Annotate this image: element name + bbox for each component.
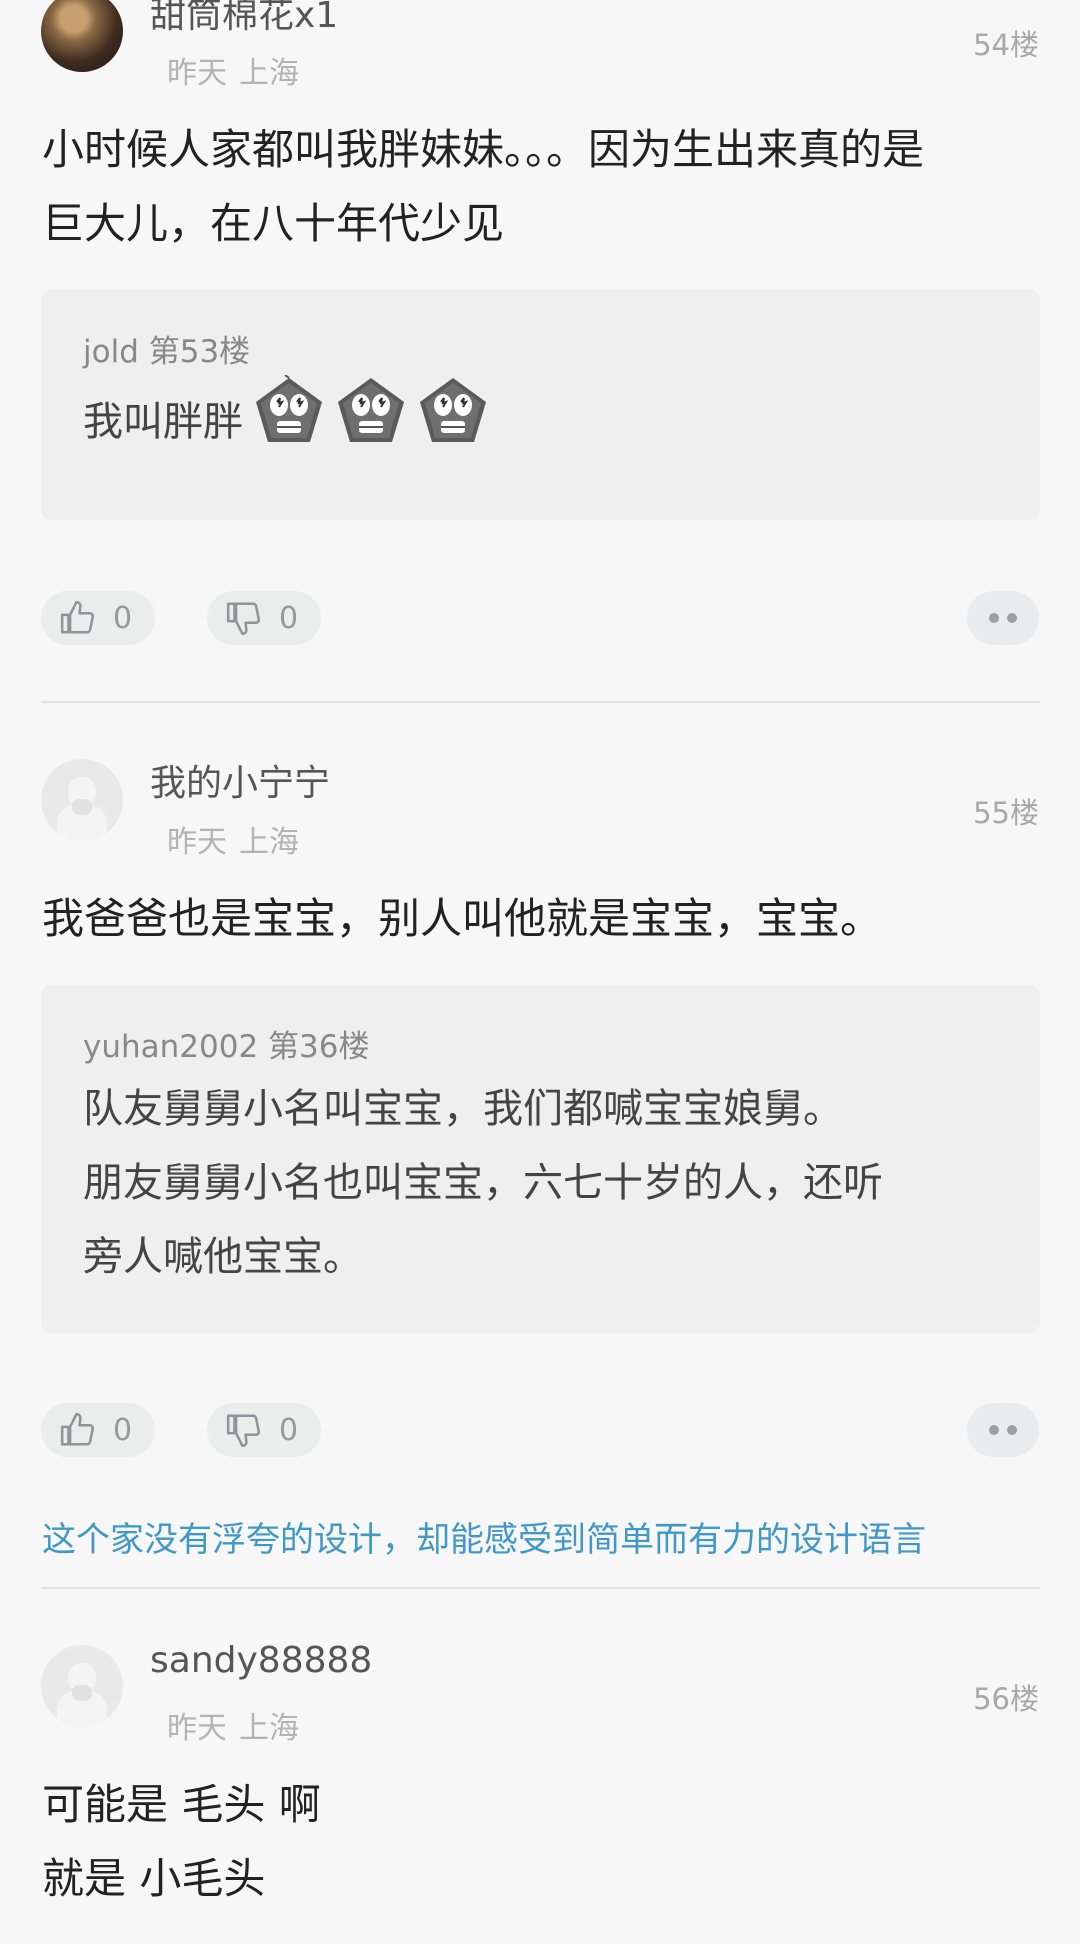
quoted-reply[interactable]: yuhan2002 第36楼 队友舅舅小名叫宝宝，我们都喊宝宝娘舅。 朋友舅舅小… bbox=[41, 985, 1040, 1333]
post-time: 昨天 bbox=[167, 1711, 227, 1746]
dislike-count: 0 bbox=[279, 1412, 299, 1448]
like-count: 0 bbox=[113, 1412, 133, 1448]
content-line: 小时候人家都叫我胖妹妹。。。因为生出来真的是 bbox=[42, 125, 925, 174]
quote-line: 朋友舅舅小名也叫宝宝，六七十岁的人，还听 bbox=[83, 1160, 883, 1206]
quote-author: yuhan2002 bbox=[83, 1029, 259, 1065]
floor-number: 56楼 bbox=[973, 1682, 1039, 1716]
scared-emoji-icon bbox=[417, 375, 489, 447]
more-dots-icon[interactable] bbox=[967, 1403, 1039, 1457]
quote-floor: 第53楼 bbox=[148, 334, 251, 370]
content-line: 就是 小毛头 bbox=[42, 1854, 266, 1903]
username[interactable]: 我的小宁宁 bbox=[150, 754, 330, 806]
divider bbox=[41, 1587, 1040, 1589]
thumbs-down-icon bbox=[226, 1414, 261, 1448]
floor-number: 55楼 bbox=[973, 796, 1039, 830]
post-location: 上海 bbox=[239, 1711, 299, 1746]
quote-line: 队友舅舅小名叫宝宝，我们都喊宝宝娘舅。 bbox=[83, 1086, 843, 1132]
like-button[interactable]: 0 bbox=[41, 1403, 155, 1457]
quote-line: 我叫胖胖 bbox=[83, 399, 243, 445]
quote-text: 我叫胖胖 bbox=[83, 374, 1013, 459]
ad-link[interactable]: 这个家没有浮夸的设计，却能感受到简单而有力的设计语言 bbox=[42, 1512, 926, 1561]
post-location: 上海 bbox=[239, 825, 299, 860]
divider bbox=[41, 701, 1040, 703]
thumbs-up-icon bbox=[60, 1412, 95, 1446]
content-line: 可能是 毛头 啊 bbox=[42, 1780, 321, 1829]
avatar[interactable] bbox=[41, 0, 123, 72]
quoted-reply[interactable]: jold 第53楼 我叫胖胖 bbox=[41, 290, 1040, 520]
avatar[interactable] bbox=[41, 1645, 123, 1727]
post-meta: 昨天 上海 bbox=[167, 1703, 311, 1747]
more-dots-icon[interactable] bbox=[967, 591, 1039, 645]
quote-line: 旁人喊他宝宝。 bbox=[83, 1234, 363, 1280]
quote-text: 队友舅舅小名叫宝宝，我们都喊宝宝娘舅。 朋友舅舅小名也叫宝宝，六七十岁的人，还听… bbox=[83, 1072, 1013, 1294]
dislike-button[interactable]: 0 bbox=[207, 1403, 321, 1457]
scared-emoji-icon bbox=[253, 374, 325, 447]
like-button[interactable]: 0 bbox=[41, 591, 155, 645]
username[interactable]: sandy88888 bbox=[150, 1640, 372, 1681]
quote-header: yuhan2002 第36楼 bbox=[83, 1021, 370, 1066]
floor-number: 54楼 bbox=[973, 28, 1039, 62]
quote-author: jold bbox=[83, 334, 139, 370]
dislike-button[interactable]: 0 bbox=[207, 591, 321, 645]
post-meta: 昨天 上海 bbox=[167, 48, 311, 92]
post-location: 上海 bbox=[239, 56, 299, 91]
post-time: 昨天 bbox=[167, 825, 227, 860]
comment-content: 我爸爸也是宝宝，别人叫他就是宝宝，宝宝。 bbox=[42, 882, 1042, 956]
scared-emoji-icon bbox=[335, 375, 407, 447]
content-line: 我爸爸也是宝宝，别人叫他就是宝宝，宝宝。 bbox=[42, 894, 883, 943]
thumbs-down-icon bbox=[226, 602, 261, 636]
like-count: 0 bbox=[113, 600, 133, 636]
avatar[interactable] bbox=[41, 759, 123, 841]
post-time: 昨天 bbox=[167, 56, 227, 91]
quote-header: jold 第53楼 bbox=[83, 326, 250, 371]
quote-floor: 第36楼 bbox=[268, 1029, 370, 1065]
dislike-count: 0 bbox=[279, 600, 299, 636]
post-meta: 昨天 上海 bbox=[167, 817, 311, 861]
username[interactable]: 甜筒棉花x1 bbox=[150, 0, 338, 38]
comment-content: 小时候人家都叫我胖妹妹。。。因为生出来真的是 巨大儿，在八十年代少见 bbox=[42, 113, 1042, 261]
thumbs-up-icon bbox=[60, 600, 95, 634]
comment-content: 可能是 毛头 啊 就是 小毛头 bbox=[42, 1768, 1042, 1916]
content-line: 巨大儿，在八十年代少见 bbox=[42, 199, 505, 248]
